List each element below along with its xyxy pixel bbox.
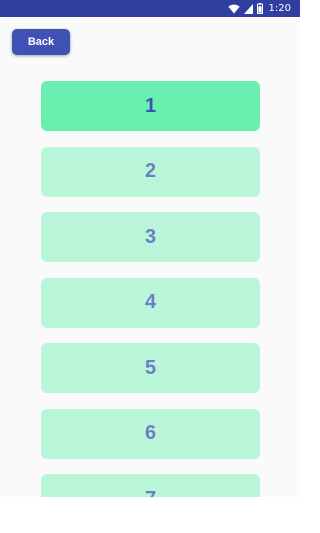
list-item-2[interactable]: 2 <box>41 146 260 197</box>
list-item-3[interactable]: 3 <box>41 212 260 262</box>
status-bar: 1:20 <box>0 0 300 17</box>
back-button[interactable]: Back <box>12 29 70 55</box>
list-item-7[interactable]: 7 <box>41 474 260 497</box>
wifi-icon <box>227 4 240 14</box>
signal-icon <box>243 3 253 14</box>
list-item-4[interactable]: 4 <box>41 277 260 328</box>
status-time: 1:20 <box>268 3 291 14</box>
list-item-5[interactable]: 5 <box>41 343 260 393</box>
app-content: Back 1 2 3 4 5 6 7 <box>0 17 300 497</box>
list-item-6[interactable]: 6 <box>41 408 260 459</box>
number-list: 1 2 3 4 5 6 7 <box>41 81 260 497</box>
battery-icon <box>256 3 263 14</box>
list-item-1[interactable]: 1 <box>41 81 260 131</box>
bottom-area <box>0 497 300 533</box>
